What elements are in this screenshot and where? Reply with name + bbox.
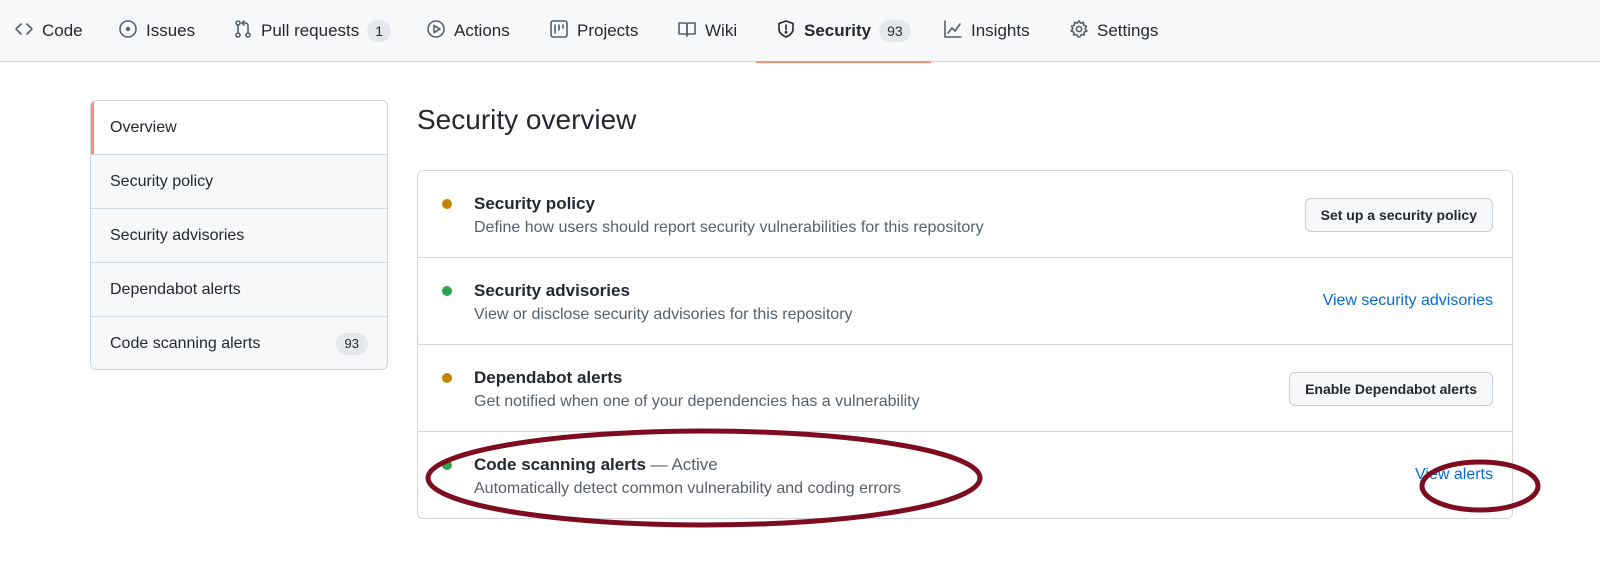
sidebar-item-label: Code scanning alerts — [110, 335, 261, 352]
tab-wiki[interactable]: Wiki — [677, 0, 737, 62]
feature-row-security-advisories: Security advisories View or disclose sec… — [418, 258, 1512, 345]
row-title: Dependabot alerts — [474, 368, 623, 387]
sidebar-item-security-policy[interactable]: Security policy — [91, 155, 387, 209]
sidebar-item-code-scanning-alerts[interactable]: Code scanning alerts 93 — [91, 317, 387, 369]
security-features-list: Security policy Define how users should … — [417, 170, 1513, 519]
feature-row-code-scanning-alerts: Code scanning alerts — Active Automatica… — [418, 432, 1512, 519]
tab-label: Settings — [1097, 21, 1159, 40]
play-icon — [426, 19, 446, 44]
row-description: View or disclose security advisories for… — [474, 306, 853, 323]
tab-security[interactable]: Security 93 — [756, 0, 931, 63]
issue-opened-icon — [118, 19, 138, 44]
sidebar-item-label: Dependabot alerts — [110, 280, 241, 298]
view-alerts-link[interactable]: View alerts — [1415, 466, 1493, 484]
tab-insights[interactable]: Insights — [943, 0, 1030, 62]
graph-icon — [943, 19, 963, 44]
row-title: Code scanning alerts — Active — [474, 455, 718, 474]
status-dot — [442, 373, 452, 383]
sidebar-item-label: Overview — [110, 118, 177, 136]
git-pull-request-icon — [233, 19, 253, 44]
code-scanning-counter: 93 — [335, 333, 368, 355]
security-side-menu: Overview Security policy Security adviso… — [90, 100, 388, 370]
project-icon — [549, 19, 569, 44]
sidebar-item-label: Security policy — [110, 172, 214, 190]
tab-projects[interactable]: Projects — [549, 0, 638, 62]
tab-label: Wiki — [705, 21, 738, 40]
tab-actions[interactable]: Actions — [426, 0, 510, 62]
tab-label: Insights — [971, 21, 1030, 40]
tab-label: Issues — [146, 21, 196, 40]
feature-row-dependabot-alerts: Dependabot alerts Get notified when one … — [418, 345, 1512, 432]
sidebar-item-security-advisories[interactable]: Security advisories — [91, 209, 387, 263]
status-dot — [442, 199, 452, 209]
feature-row-security-policy: Security policy Define how users should … — [418, 171, 1512, 258]
row-title: Security advisories — [474, 281, 630, 300]
tab-label: Code — [42, 21, 83, 40]
page-title: Security overview — [417, 104, 637, 135]
shield-icon — [776, 19, 796, 44]
sidebar-item-overview[interactable]: Overview — [91, 101, 387, 155]
row-description: Define how users should report security … — [474, 219, 984, 236]
enable-dependabot-alerts-button[interactable]: Enable Dependabot alerts — [1289, 372, 1493, 406]
sidebar-item-label: Security advisories — [110, 226, 245, 244]
set-up-security-policy-button[interactable]: Set up a security policy — [1304, 198, 1493, 232]
tab-label: Projects — [577, 21, 639, 40]
security-counter: 93 — [879, 20, 911, 42]
row-status: — Active — [645, 455, 718, 474]
tab-settings[interactable]: Settings — [1069, 0, 1158, 62]
tab-label: Actions — [454, 21, 510, 40]
code-icon — [14, 19, 34, 44]
book-icon — [677, 19, 697, 44]
status-dot — [442, 286, 452, 296]
tab-pull-requests[interactable]: Pull requests 1 — [233, 0, 392, 62]
row-title: Security policy — [474, 194, 595, 213]
sidebar-item-dependabot-alerts[interactable]: Dependabot alerts — [91, 263, 387, 317]
row-description: Automatically detect common vulnerabilit… — [474, 480, 901, 497]
tab-label: Pull requests — [261, 21, 360, 40]
gear-icon — [1069, 19, 1089, 44]
tab-code[interactable]: Code — [14, 0, 83, 62]
view-security-advisories-link[interactable]: View security advisories — [1323, 292, 1493, 310]
status-dot — [442, 460, 452, 470]
pull-requests-counter: 1 — [367, 20, 392, 42]
row-description: Get notified when one of your dependenci… — [474, 393, 920, 410]
tab-issues[interactable]: Issues — [118, 0, 195, 62]
tab-label: Security — [804, 21, 872, 40]
repo-nav: Code Issues Pull requests 1 Actions Proj… — [0, 0, 1600, 63]
